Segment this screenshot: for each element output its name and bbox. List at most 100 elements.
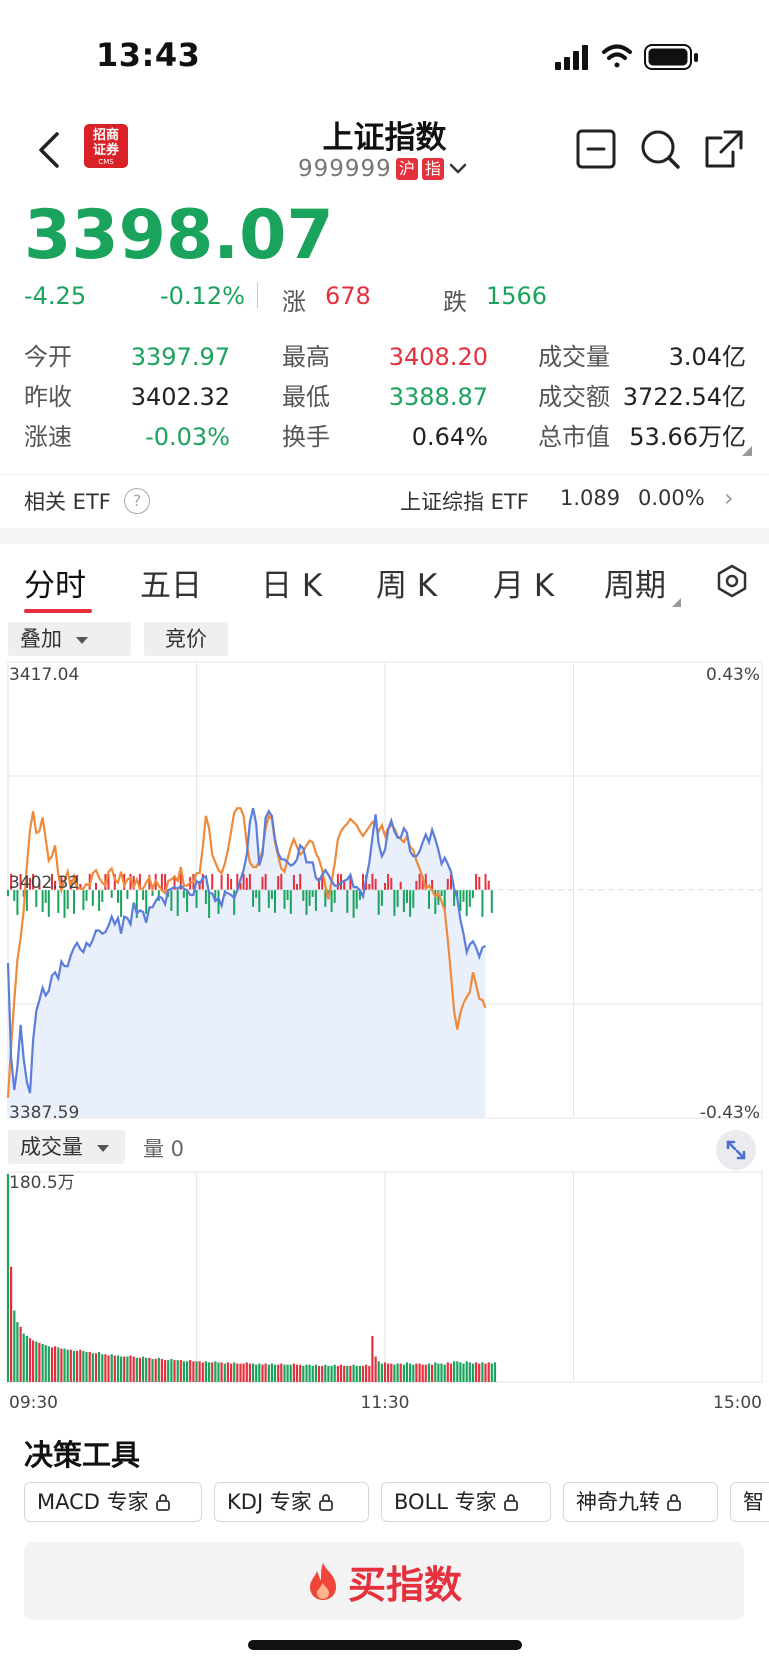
chart-settings-button[interactable] (714, 563, 750, 599)
volume-bar (471, 1363, 475, 1382)
fire-icon (309, 1563, 336, 1600)
volume-bar (120, 1356, 123, 1382)
share-button[interactable] (703, 128, 745, 170)
stock-code-selector[interactable]: 999999 沪 指 (298, 154, 468, 184)
related-etf-label: 相关 ETF (24, 490, 111, 514)
volume-bar (13, 1310, 16, 1382)
volume-bar (230, 1363, 233, 1382)
volume-bar (135, 1357, 138, 1382)
volume-bar (123, 1356, 126, 1382)
tool-macd[interactable]: MACD 专家 (24, 1482, 202, 1522)
volume-bar (223, 1363, 226, 1382)
volume-bar (35, 1341, 38, 1382)
volume-bar (283, 1364, 286, 1382)
tab-daily-k[interactable]: 日 K (261, 560, 322, 605)
buy-index-button[interactable]: 买指数 (24, 1542, 744, 1620)
volume-bar (427, 1363, 431, 1382)
tick-bar (73, 889, 75, 914)
volume-bar (82, 1350, 85, 1382)
volume-bar (377, 1361, 380, 1382)
x-axis-label-open: 09:30 (9, 1393, 58, 1412)
stat-label: 昨收 (24, 383, 72, 411)
logo-text-sub: CMS (98, 158, 114, 166)
tick-bar (374, 878, 377, 890)
tool-label: 智 (743, 1489, 764, 1514)
volume-bar (195, 1361, 198, 1382)
tab-monthly-k[interactable]: 月 K (493, 560, 554, 605)
auction-button[interactable]: 竞价 (144, 622, 228, 656)
decision-tools-title: 决策工具 (24, 1438, 141, 1472)
search-button[interactable] (639, 128, 681, 170)
tab-intraday[interactable]: 分时 (24, 560, 86, 605)
volume-bar (409, 1363, 412, 1382)
caret-down-icon (76, 636, 88, 644)
tool-smart[interactable]: 智 (730, 1482, 769, 1522)
tick-bar (264, 873, 267, 890)
tab-period[interactable]: 周期 (604, 560, 666, 605)
tab-weekly-k[interactable]: 周 K (376, 560, 437, 605)
help-icon[interactable]: ? (124, 488, 150, 514)
indicator-dropdown[interactable]: 成交量 (8, 1130, 125, 1164)
volume-bar (116, 1355, 120, 1382)
period-corner-icon (672, 598, 681, 607)
stat-label: 成交额 (538, 383, 610, 411)
decline-count: 1566 (486, 282, 548, 310)
tick-bar (63, 889, 66, 918)
volume-bar (490, 1363, 493, 1382)
intraday-chart[interactable]: 3417.04 3402.32 3387.59 0.43% -0.43% 180… (0, 660, 769, 1412)
volume-bar (167, 1360, 170, 1382)
tick-bar (333, 889, 336, 903)
volume-bar (132, 1356, 135, 1382)
tab-five-day[interactable]: 五日 (140, 560, 202, 605)
lock-icon (503, 1494, 518, 1511)
tick-bar (299, 873, 302, 890)
tick-bar (465, 889, 468, 916)
volume-bar (365, 1364, 368, 1382)
fullscreen-button[interactable] (716, 1130, 756, 1170)
stat-value: 0.64% (411, 423, 488, 451)
volume-bar (198, 1361, 201, 1382)
tick-bar (336, 873, 339, 890)
tool-kdj[interactable]: KDJ 专家 (214, 1482, 369, 1522)
tick-bar (120, 889, 123, 917)
volume-bar (346, 1365, 349, 1382)
volume-bar (292, 1363, 295, 1382)
volume-bar (478, 1363, 481, 1382)
volume-bar (387, 1363, 390, 1382)
share-icon (705, 130, 743, 168)
volume-bar (186, 1361, 189, 1382)
tick-bar (25, 889, 28, 911)
lock-icon (667, 1494, 681, 1511)
tool-boll[interactable]: BOLL 专家 (381, 1482, 551, 1522)
status-icons (555, 44, 698, 70)
signal-icon (555, 45, 588, 70)
tool-label: BOLL 专家 (394, 1489, 497, 1514)
volume-bar (91, 1353, 94, 1382)
volume-bar (289, 1364, 292, 1382)
overlay-dropdown[interactable]: 叠加 (8, 622, 131, 656)
volume-bar (487, 1362, 490, 1382)
tick-bar (377, 889, 380, 915)
volume-bar (390, 1363, 393, 1382)
volume-bar (151, 1359, 154, 1382)
remove-watchlist-button[interactable] (575, 128, 617, 170)
volume-bar (273, 1364, 277, 1382)
tick-bar (368, 883, 371, 890)
volume-bar (459, 1362, 462, 1382)
tick-bar (384, 882, 386, 890)
x-axis-label-close: 15:00 (713, 1393, 762, 1412)
volume-bar (299, 1364, 302, 1382)
tick-bar (242, 873, 245, 890)
volume-bar (189, 1360, 192, 1382)
volume-bar (453, 1361, 456, 1382)
tick-bar (230, 878, 233, 890)
search-icon (641, 130, 680, 169)
tick-bar (255, 889, 258, 898)
tick-bar (490, 889, 493, 913)
volume-bar (94, 1353, 98, 1382)
stat-value: -0.03% (145, 423, 230, 451)
volume-bar (192, 1361, 195, 1382)
expand-corner-icon[interactable] (742, 446, 752, 456)
tool-magic-nine[interactable]: 神奇九转 (563, 1482, 718, 1522)
volume-bar (79, 1349, 82, 1382)
